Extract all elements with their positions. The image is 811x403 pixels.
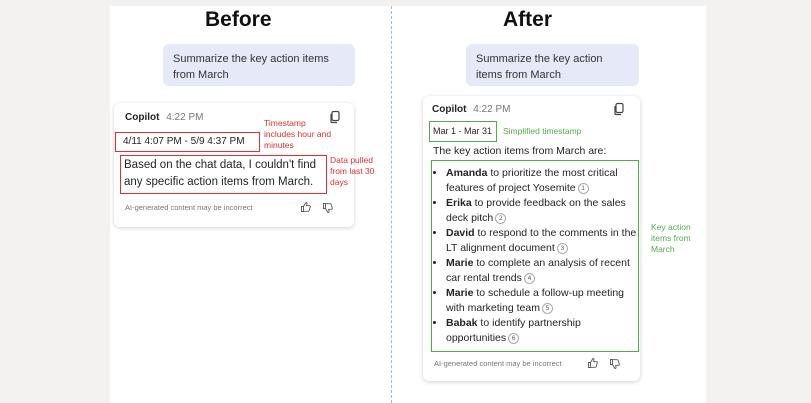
thumbs-down-icon[interactable] (609, 358, 621, 370)
before-card-header: Copilot 4:22 PM (125, 112, 203, 123)
after-user-message: Summarize the key action items from Marc… (466, 44, 639, 86)
after-heading: After (503, 8, 553, 31)
before-heading: Before (205, 8, 272, 31)
copilot-name: Copilot (432, 104, 467, 115)
before-timestamp-note: Timestamp includes hour and minutes (264, 118, 332, 150)
after-items-note: Key action items from March (651, 222, 691, 254)
after-card-header: Copilot 4:22 PM (432, 104, 510, 115)
copilot-name: Copilot (125, 112, 160, 123)
copy-icon[interactable] (612, 102, 626, 116)
after-timestamp-note: Simplified timestamp (503, 126, 582, 136)
ai-disclaimer: AI-generated content may be incorrect (125, 203, 253, 212)
thumbs-up-icon[interactable] (300, 201, 312, 213)
after-timestamp-highlight (429, 121, 497, 142)
before-timestamp-highlight (115, 132, 260, 152)
before-user-message: Summarize the key action items from Marc… (163, 44, 355, 86)
thumbs-up-icon[interactable] (587, 357, 599, 369)
thumbs-down-icon[interactable] (322, 202, 334, 214)
after-items-highlight (431, 160, 639, 352)
section-divider (391, 6, 392, 403)
before-data-note: Data pulled from last 30 days (330, 155, 375, 187)
before-answer-highlight (120, 155, 327, 194)
message-time: 4:22 PM (166, 112, 204, 123)
ai-disclaimer: AI-generated content may be incorrect (434, 359, 562, 368)
message-time: 4:22 PM (473, 104, 511, 115)
after-intro-text: The key action items from March are: (433, 145, 607, 157)
